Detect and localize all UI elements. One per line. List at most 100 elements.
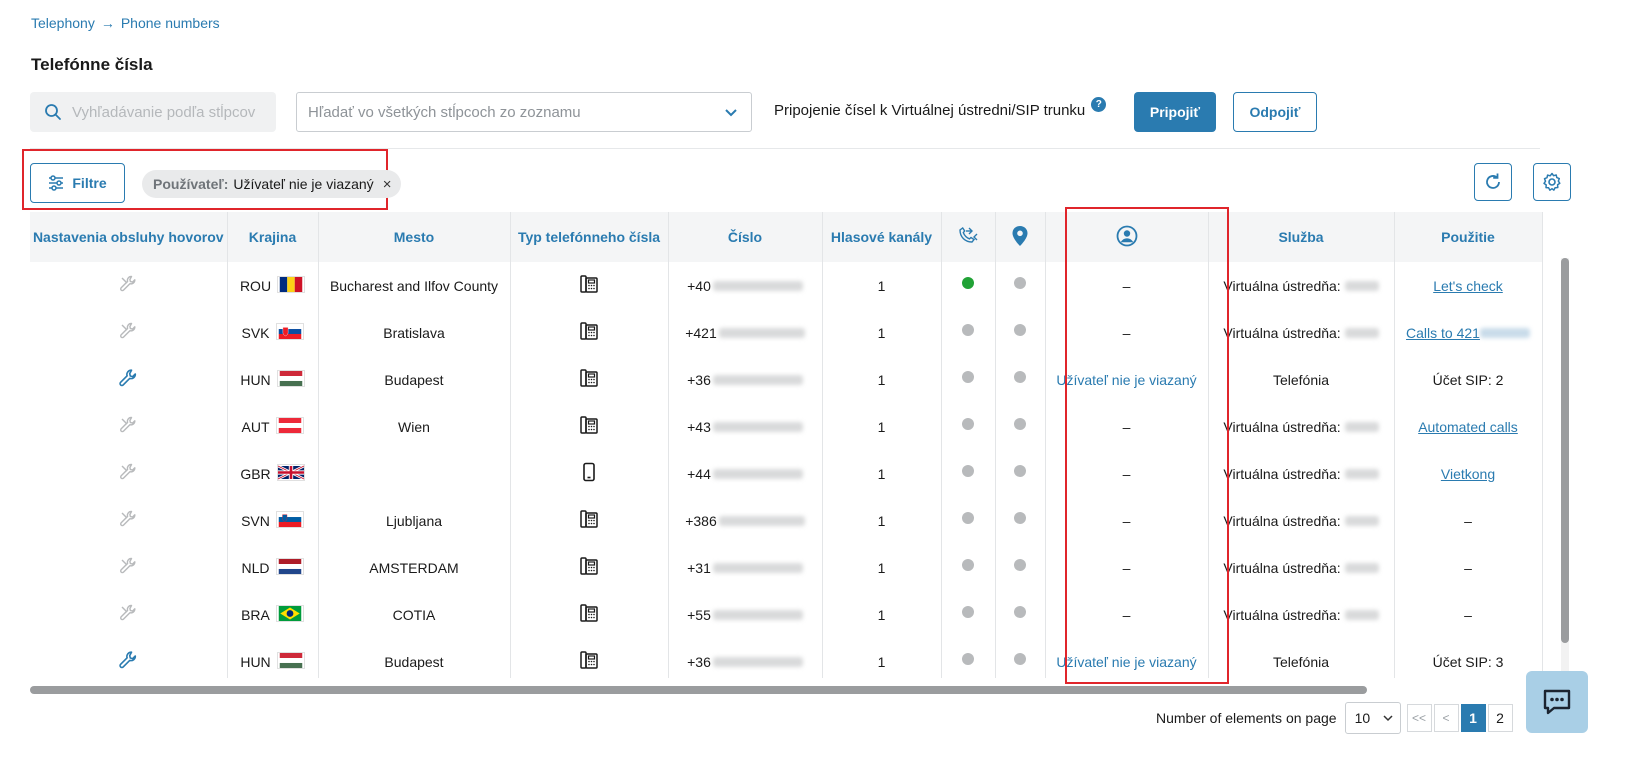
usage-value[interactable]: Calls to 421 [1406, 325, 1480, 341]
page-button-1[interactable]: 1 [1460, 704, 1486, 732]
refresh-button[interactable] [1474, 163, 1512, 201]
table-settings-button[interactable] [1533, 163, 1571, 201]
column-header-number[interactable]: Číslo [668, 212, 823, 262]
table-row[interactable]: AUT Wien +43 1 – Virtuálna ústredňa: Automate… [30, 403, 1543, 450]
flag-icon [275, 322, 304, 343]
service-value: Virtuálna ústredňa: [1223, 418, 1341, 435]
column-header-user[interactable] [1045, 212, 1209, 262]
sliders-icon [49, 175, 64, 191]
cell-usage: – [1394, 544, 1543, 591]
table-row[interactable]: ROU Bucharest and Ilfov County +40 1 – Virtuá… [30, 262, 1543, 309]
service-value: Virtuálna ústredňa: [1223, 559, 1341, 576]
page-size-label: Number of elements on page [1156, 710, 1337, 726]
cell-service: Virtuálna ústredňa: [1208, 450, 1395, 497]
number-redacted [718, 515, 805, 526]
cell-call-settings[interactable] [30, 450, 228, 497]
user-value[interactable]: Užívateľ nie je viazaný [1056, 654, 1196, 670]
user-value: – [1122, 512, 1131, 529]
breadcrumb-phone-numbers[interactable]: Phone numbers [121, 15, 220, 31]
cell-usage: – [1394, 497, 1543, 544]
column-header-location[interactable] [995, 212, 1046, 262]
cell-call-settings[interactable] [30, 638, 228, 678]
country-code: SVK [241, 324, 270, 341]
column-header-number-type[interactable]: Typ telefónneho čísla [510, 212, 669, 262]
flag-icon [275, 510, 304, 531]
cell-usage[interactable]: Calls to 421 [1394, 309, 1543, 356]
cell-call-settings[interactable] [30, 262, 228, 309]
chat-button[interactable] [1526, 671, 1588, 733]
cell-city: COTIA [318, 591, 511, 638]
column-header-city[interactable]: Mesto [318, 212, 511, 262]
first-page-button[interactable]: << [1406, 704, 1432, 732]
search-box[interactable] [30, 92, 276, 132]
cell-call-settings[interactable] [30, 403, 228, 450]
country-code: HUN [240, 653, 271, 670]
horizontal-scrollbar-thumb[interactable] [30, 686, 1367, 694]
cell-user: – [1045, 497, 1209, 544]
filters-button[interactable]: Filtre [30, 163, 125, 203]
cell-call-settings[interactable] [30, 544, 228, 591]
vertical-scrollbar-thumb[interactable] [1561, 258, 1569, 643]
column-header-call-settings[interactable]: Nastavenia obsluhy hovorov [30, 212, 228, 262]
cell-voice-channels: 1 [822, 638, 942, 678]
table-row[interactable]: SVK Bratislava +421 1 – Virtuálna ústredňa: C… [30, 309, 1543, 356]
connect-button[interactable]: Pripojiť [1134, 92, 1216, 132]
disconnect-button[interactable]: Odpojiť [1233, 92, 1317, 132]
column-header-voice-channels[interactable]: Hlasové kanály [822, 212, 942, 262]
close-icon[interactable]: × [383, 176, 392, 193]
column-header-forwarding[interactable] [941, 212, 996, 262]
help-icon[interactable]: ? [1091, 97, 1107, 112]
table-row[interactable]: HUN Budapest +36 1 Užívateľ nie je viazaný Te… [30, 638, 1543, 678]
column-header-usage[interactable]: Použitie [1394, 212, 1543, 262]
phone-numbers-table-container: Nastavenia obsluhy hovorov Krajina Mesto… [30, 212, 1570, 678]
usage-value[interactable]: Let's check [1433, 278, 1503, 294]
cell-service: Virtuálna ústredňa: [1208, 403, 1395, 450]
cell-voice-channels: 1 [822, 262, 942, 309]
search-input[interactable] [72, 103, 262, 121]
service-value: Virtuálna ústredňa: [1223, 277, 1341, 294]
chevron-down-icon [1383, 715, 1393, 722]
cell-usage[interactable]: Vietkong [1394, 450, 1543, 497]
cell-call-settings[interactable] [30, 591, 228, 638]
cell-service: Virtuálna ústredňa: [1208, 309, 1395, 356]
user-value[interactable]: Užívateľ nie je viazaný [1056, 372, 1196, 388]
cell-number: +55 [668, 591, 823, 638]
number-prefix: +43 [687, 418, 711, 435]
cell-user[interactable]: Užívateľ nie je viazaný [1045, 638, 1209, 678]
status-dot [962, 558, 974, 571]
usage-value[interactable]: Automated calls [1418, 419, 1518, 435]
country-code: AUT [241, 418, 270, 435]
column-header-country[interactable]: Krajina [227, 212, 319, 262]
column-search-select[interactable]: Hľadať vo všetkých stĺpcoch zo zoznamu [296, 92, 752, 132]
column-header-service[interactable]: Služba [1208, 212, 1395, 262]
table-row[interactable]: NLD AMSTERDAM +31 1 – Virtuálna ústredňa: – [30, 544, 1543, 591]
cell-country: HUN [227, 356, 319, 403]
table-row[interactable]: BRA COTIA +55 1 – Virtuálna ústredňa: – [30, 591, 1543, 638]
number-redacted [712, 609, 803, 620]
cell-user[interactable]: Užívateľ nie je viazaný [1045, 356, 1209, 403]
cell-number-type [510, 638, 669, 678]
table-row[interactable]: SVN Ljubljana +386 1 – Virtuálna ústredňa: – [30, 497, 1543, 544]
cell-number: +31 [668, 544, 823, 591]
prev-page-button[interactable]: < [1433, 704, 1459, 732]
cell-call-settings[interactable] [30, 356, 228, 403]
status-dot [962, 511, 974, 524]
table-row[interactable]: HUN Budapest +36 1 Užívateľ nie je viazaný Te… [30, 356, 1543, 403]
cell-number-type [510, 591, 669, 638]
wrench-screwdriver-icon [120, 604, 136, 621]
service-redacted [1344, 515, 1379, 526]
table-header-row: Nastavenia obsluhy hovorov Krajina Mesto… [30, 212, 1543, 262]
page-size-select[interactable]: 10 [1344, 702, 1401, 734]
cell-usage[interactable]: Let's check [1394, 262, 1543, 309]
cell-forwarding-status [941, 309, 996, 356]
cell-call-settings[interactable] [30, 309, 228, 356]
usage-value[interactable]: Vietkong [1441, 466, 1495, 482]
desk-phone-icon [580, 369, 598, 387]
desk-phone-icon [580, 322, 598, 340]
cell-usage[interactable]: Automated calls [1394, 403, 1543, 450]
cell-number-type [510, 497, 669, 544]
page-button-2[interactable]: 2 [1487, 704, 1513, 732]
breadcrumb-telephony[interactable]: Telephony [31, 15, 95, 31]
table-row[interactable]: GBR +44 1 – Virtuálna ústredňa: Vietkong [30, 450, 1543, 497]
cell-call-settings[interactable] [30, 497, 228, 544]
